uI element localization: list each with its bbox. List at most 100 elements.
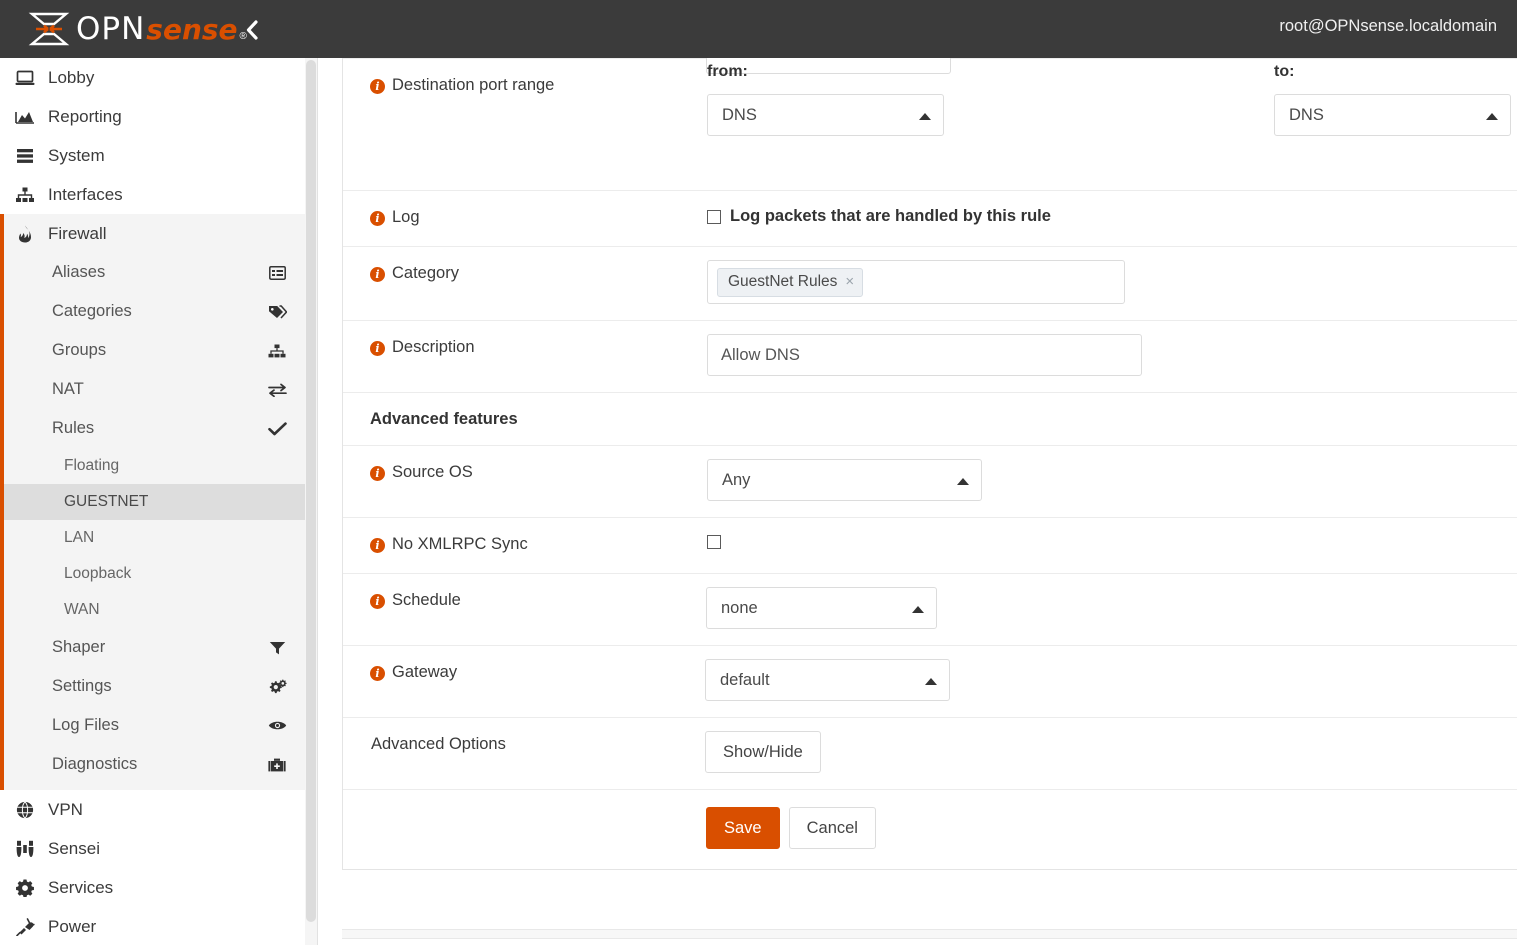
sidebar-item-power[interactable]: Power <box>0 907 305 945</box>
sidebar-item-label: Lobby <box>48 68 94 88</box>
row-source-os: i Source OS Any <box>343 445 1517 517</box>
description-value: Allow DNS <box>721 346 800 365</box>
info-icon[interactable]: i <box>370 211 385 226</box>
save-button[interactable]: Save <box>706 807 780 849</box>
sidebar-item-label: Loopback <box>64 565 131 583</box>
binoculars-icon <box>12 839 38 859</box>
label-source-os: i Source OS <box>343 446 681 496</box>
sitemap-icon <box>12 185 38 205</box>
info-icon[interactable]: i <box>370 79 385 94</box>
main-content: i Destination port range from: DNS to: D… <box>319 58 1517 945</box>
schedule-select[interactable]: none <box>706 587 937 629</box>
sidebar-item-label: NAT <box>52 380 267 399</box>
schedule-value: none <box>721 599 758 618</box>
info-icon[interactable]: i <box>370 538 385 553</box>
advanced-features-heading: Advanced features <box>343 392 1517 445</box>
sidebar-item-reporting[interactable]: Reporting <box>0 97 305 136</box>
category-token[interactable]: GuestNet Rules × <box>717 268 863 297</box>
sidebar-item-services[interactable]: Services <box>0 868 305 907</box>
source-os-select[interactable]: Any <box>707 459 982 501</box>
field-label: Gateway <box>392 663 457 682</box>
sidebar-item-lan[interactable]: LAN <box>0 520 305 556</box>
medkit-icon <box>267 758 287 772</box>
server-icon <box>12 146 38 166</box>
field-label: Description <box>392 338 475 357</box>
row-log: i Log Log packets that are handled by th… <box>343 190 1517 246</box>
opnsense-logo-mark <box>28 11 70 47</box>
label-no-xmlrpc-sync: i No XMLRPC Sync <box>343 518 681 568</box>
field-label: Advanced Options <box>371 735 506 754</box>
label-destination-port-range: i Destination port range <box>343 59 681 109</box>
firewall-submenu: Aliases Categories <box>0 253 305 790</box>
sidebar-item-wan[interactable]: WAN <box>0 592 305 628</box>
field-label: Source OS <box>392 463 473 482</box>
sidebar-item-firewall[interactable]: Firewall <box>0 214 305 253</box>
content-divider <box>342 929 1517 939</box>
globe-icon <box>12 800 38 820</box>
sidebar-item-label: Interfaces <box>48 185 123 205</box>
sidebar-item-log-files[interactable]: Log Files <box>0 706 305 745</box>
row-gateway: i Gateway default <box>343 645 1517 717</box>
check-icon <box>267 422 287 436</box>
description-input[interactable]: Allow DNS <box>707 334 1142 376</box>
category-token-input[interactable]: GuestNet Rules × <box>707 260 1125 304</box>
logo-text-sense: sense <box>146 16 237 44</box>
power-plug-icon <box>12 917 38 937</box>
caret-up-icon <box>925 678 937 685</box>
show-hide-advanced-button[interactable]: Show/Hide <box>705 731 821 773</box>
caret-up-icon <box>912 606 924 613</box>
sidebar-item-interfaces[interactable]: Interfaces <box>0 175 305 214</box>
caret-up-icon <box>957 478 969 485</box>
sidebar-item-label: Aliases <box>52 263 267 282</box>
gateway-select[interactable]: default <box>705 659 950 701</box>
sidebar-item-groups[interactable]: Groups <box>0 331 305 370</box>
dest-port-from-select[interactable]: DNS <box>707 94 944 136</box>
info-icon[interactable]: i <box>370 666 385 681</box>
field-label: No XMLRPC Sync <box>392 535 528 554</box>
log-checkbox[interactable] <box>707 210 721 224</box>
sidebar-item-floating[interactable]: Floating <box>0 448 305 484</box>
sidebar-item-label: WAN <box>64 601 100 619</box>
sidebar-item-vpn[interactable]: VPN <box>0 790 305 829</box>
fire-icon <box>12 224 38 244</box>
sidebar-item-categories[interactable]: Categories <box>0 292 305 331</box>
form-actions: Save Cancel <box>343 789 1517 869</box>
info-icon[interactable]: i <box>370 341 385 356</box>
sidebar-item-nat[interactable]: NAT <box>0 370 305 409</box>
sidebar-item-label: Rules <box>52 419 267 438</box>
sidebar-item-lobby[interactable]: Lobby <box>0 58 305 97</box>
field-label: Destination port range <box>392 76 554 95</box>
sidebar-item-label: Settings <box>52 677 267 696</box>
sidebar-item-shaper[interactable]: Shaper <box>0 628 305 667</box>
cancel-button[interactable]: Cancel <box>789 807 876 849</box>
sidebar-item-label: Floating <box>64 457 119 475</box>
chevron-left-icon <box>245 20 259 40</box>
info-icon[interactable]: i <box>370 594 385 609</box>
sidebar-item-label: Log Files <box>52 716 267 735</box>
row-category: i Category GuestNet Rules × <box>343 246 1517 320</box>
info-icon[interactable]: i <box>370 466 385 481</box>
sidebar-collapse-button[interactable] <box>238 16 266 44</box>
sidebar-item-system[interactable]: System <box>0 136 305 175</box>
sidebar-scrollbar[interactable] <box>305 58 318 945</box>
label-category: i Category <box>343 247 681 297</box>
sidebar-item-loopback[interactable]: Loopback <box>0 556 305 592</box>
sidebar-item-guestnet[interactable]: GUESTNET <box>0 484 305 520</box>
label-gateway: i Gateway <box>343 646 681 696</box>
field-label: Category <box>392 264 459 283</box>
sidebar-item-sensei[interactable]: Sensei <box>0 829 305 868</box>
source-os-value: Any <box>722 471 750 490</box>
close-icon[interactable]: × <box>845 273 854 290</box>
opnsense-logo[interactable]: OPN sense ® <box>28 8 247 50</box>
sidebar-item-rules[interactable]: Rules <box>0 409 305 448</box>
eye-icon <box>267 719 287 732</box>
sidebar-item-settings[interactable]: Settings <box>0 667 305 706</box>
sidebar-item-aliases[interactable]: Aliases <box>0 253 305 292</box>
info-icon[interactable]: i <box>370 267 385 282</box>
sidebar-scrollbar-thumb[interactable] <box>306 60 316 922</box>
sidebar-item-diagnostics[interactable]: Diagnostics <box>0 745 305 784</box>
logo-text-opn: OPN <box>76 14 145 45</box>
current-user-label: root@OPNsense.localdomain <box>1279 17 1497 36</box>
no-xmlrpc-sync-checkbox[interactable] <box>707 535 721 549</box>
dest-port-to-select[interactable]: DNS <box>1274 94 1511 136</box>
